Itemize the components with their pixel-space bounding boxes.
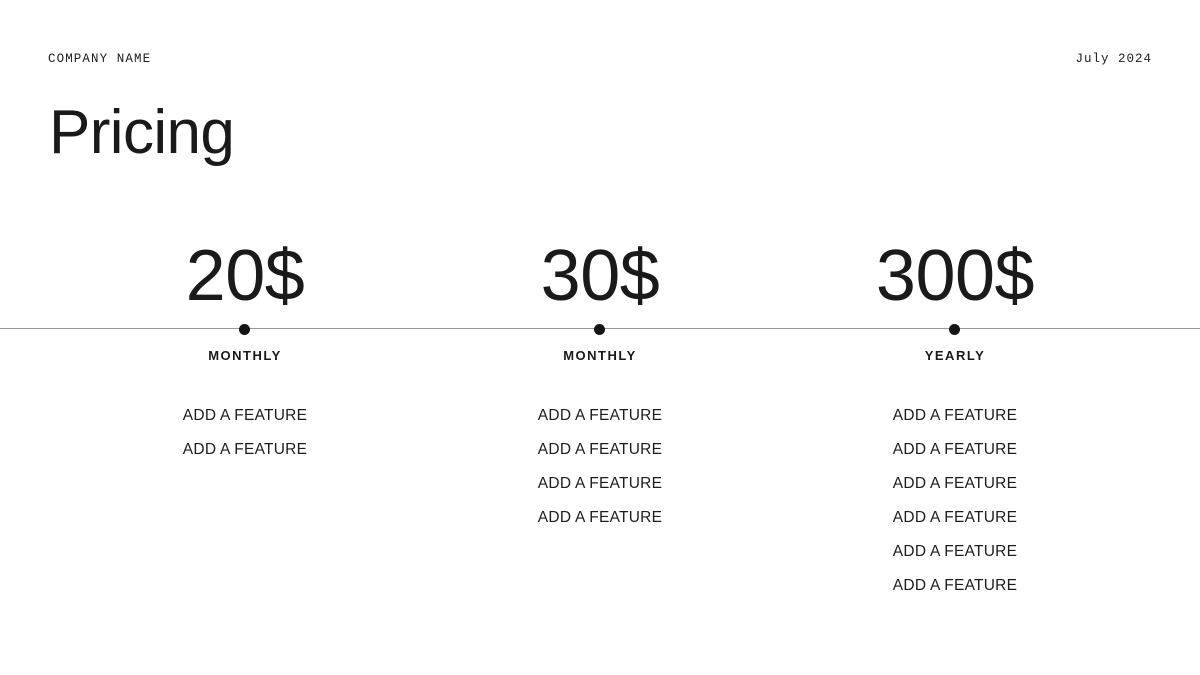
plan-feature-list: ADD A FEATURE ADD A FEATURE	[95, 399, 395, 467]
list-item: ADD A FEATURE	[892, 441, 1018, 458]
plan-price: 20$	[185, 236, 305, 316]
plan-period-label: YEARLY	[924, 348, 986, 363]
list-item: ADD A FEATURE	[537, 407, 663, 424]
pricing-plan-column: 20$ MONTHLY ADD A FEATURE ADD A FEATURE	[95, 0, 395, 675]
timeline-dot-icon	[594, 324, 605, 335]
list-item: ADD A FEATURE	[892, 577, 1018, 594]
list-item: ADD A FEATURE	[537, 509, 663, 526]
list-item: ADD A FEATURE	[182, 441, 308, 458]
list-item: ADD A FEATURE	[892, 407, 1018, 424]
list-item: ADD A FEATURE	[892, 509, 1018, 526]
timeline-dot-icon	[239, 324, 250, 335]
list-item: ADD A FEATURE	[892, 543, 1018, 560]
pricing-plan-column: 300$ YEARLY ADD A FEATURE ADD A FEATURE …	[805, 0, 1105, 675]
plan-period-label: MONTHLY	[563, 348, 637, 363]
list-item: ADD A FEATURE	[537, 475, 663, 492]
pricing-plan-column: 30$ MONTHLY ADD A FEATURE ADD A FEATURE …	[450, 0, 750, 675]
plan-feature-list: ADD A FEATURE ADD A FEATURE ADD A FEATUR…	[450, 399, 750, 535]
timeline-dot-icon	[949, 324, 960, 335]
plan-period-label: MONTHLY	[208, 348, 282, 363]
plan-price: 30$	[540, 236, 660, 316]
pricing-columns: 20$ MONTHLY ADD A FEATURE ADD A FEATURE …	[0, 0, 1200, 675]
list-item: ADD A FEATURE	[892, 475, 1018, 492]
list-item: ADD A FEATURE	[182, 407, 308, 424]
list-item: ADD A FEATURE	[537, 441, 663, 458]
plan-price: 300$	[875, 236, 1035, 316]
pricing-slide: COMPANY NAME July 2024 Pricing 20$ MONTH…	[0, 0, 1200, 675]
plan-feature-list: ADD A FEATURE ADD A FEATURE ADD A FEATUR…	[805, 399, 1105, 603]
